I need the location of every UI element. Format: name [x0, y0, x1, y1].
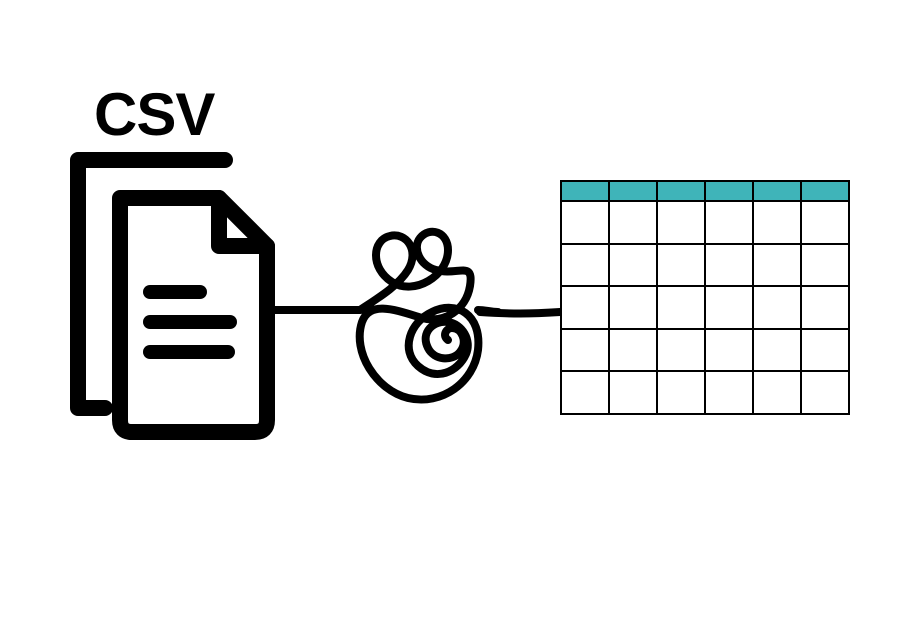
- table-cell: [562, 330, 608, 371]
- table-header-cell: [608, 182, 656, 202]
- table-cell: [608, 245, 656, 286]
- table-cell: [800, 287, 848, 328]
- table-cell: [656, 330, 704, 371]
- table-cell: [608, 330, 656, 371]
- table-row: [562, 243, 848, 286]
- table-cell: [800, 330, 848, 371]
- table-body: [562, 202, 848, 413]
- scribble-knot-icon: [360, 232, 498, 400]
- table-cell: [562, 287, 608, 328]
- table-cell: [800, 202, 848, 243]
- table-cell: [752, 372, 800, 413]
- table-cell: [704, 245, 752, 286]
- table-row: [562, 370, 848, 413]
- table-header-cell: [800, 182, 848, 202]
- table-cell: [752, 330, 800, 371]
- table-cell: [800, 245, 848, 286]
- table-cell: [562, 202, 608, 243]
- table-cell: [656, 287, 704, 328]
- table-cell: [656, 245, 704, 286]
- table-header-cell: [704, 182, 752, 202]
- table-row: [562, 285, 848, 328]
- table-cell: [608, 372, 656, 413]
- table-cell: [704, 330, 752, 371]
- table-header-row: [562, 182, 848, 202]
- table-cell: [608, 202, 656, 243]
- table-header-cell: [656, 182, 704, 202]
- table-row: [562, 202, 848, 243]
- table-cell: [704, 287, 752, 328]
- table-cell: [704, 202, 752, 243]
- table-cell: [608, 287, 656, 328]
- table-cell: [656, 372, 704, 413]
- table-cell: [752, 245, 800, 286]
- table-grid-icon: [560, 180, 850, 415]
- diagram-stage: CSV: [0, 0, 899, 631]
- table-header-cell: [752, 182, 800, 202]
- table-cell: [656, 202, 704, 243]
- table-cell: [752, 287, 800, 328]
- table-cell: [800, 372, 848, 413]
- table-cell: [562, 372, 608, 413]
- table-header-cell: [562, 182, 608, 202]
- table-cell: [562, 245, 608, 286]
- table-row: [562, 328, 848, 371]
- table-cell: [704, 372, 752, 413]
- table-cell: [752, 202, 800, 243]
